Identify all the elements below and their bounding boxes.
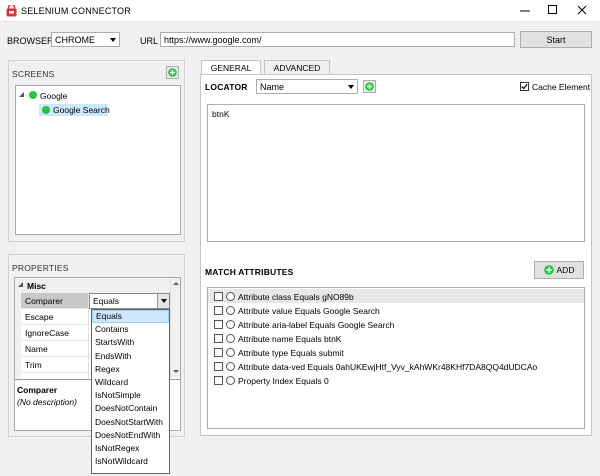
attribute-checkbox[interactable] <box>214 362 223 371</box>
properties-header: PROPERTIES <box>12 263 69 273</box>
collapse-icon[interactable] <box>17 281 24 288</box>
attribute-radio[interactable] <box>226 334 235 343</box>
add-locator-button[interactable] <box>363 80 376 93</box>
locator-value-textarea[interactable]: btnK <box>207 104 585 242</box>
dropdown-option[interactable]: DoesNotContain <box>92 402 169 415</box>
scroll-up-icon[interactable] <box>173 281 179 286</box>
attribute-radio[interactable] <box>226 348 235 357</box>
attribute-checkbox[interactable] <box>214 334 223 343</box>
dropdown-option[interactable]: IsNotRegex <box>92 442 169 455</box>
dropdown-option[interactable]: DoesNotEndWith <box>92 429 169 442</box>
close-icon <box>577 5 587 15</box>
chevron-down-icon <box>161 299 167 303</box>
attribute-radio[interactable] <box>226 306 235 315</box>
locator-type-value: Name <box>260 82 285 92</box>
tree-item-google[interactable]: Google <box>40 91 67 101</box>
attribute-checkbox[interactable] <box>214 376 223 385</box>
screens-header: SCREENS <box>12 69 55 79</box>
window-title: SELENIUM CONNECTOR <box>21 6 131 16</box>
dropdown-option[interactable]: EndsWith <box>92 350 169 363</box>
attribute-radio[interactable] <box>226 292 235 301</box>
maximize-button[interactable] <box>541 2 565 18</box>
dropdown-option[interactable]: Equals <box>92 310 169 324</box>
add-attribute-button[interactable]: ADD <box>534 261 584 279</box>
attribute-row[interactable]: Attribute aria-label Equals Google Searc… <box>214 318 394 331</box>
tab-general[interactable]: GENERAL <box>201 60 261 75</box>
locator-value-text: btnK <box>212 109 230 119</box>
chevron-down-icon <box>348 85 354 89</box>
browser-select-value: CHROME <box>55 35 95 45</box>
attribute-row[interactable]: Attribute class Equals gNO89b <box>214 290 354 303</box>
browser-select[interactable]: CHROME <box>51 32 120 47</box>
add-attribute-label: ADD <box>556 265 575 275</box>
comparer-dropdown-list: Equals Contains StartsWith EndsWith Rege… <box>91 309 170 474</box>
description-title: Comparer <box>17 385 58 395</box>
tree-item-google-search-label: Google Search <box>53 105 110 115</box>
app-logo-icon <box>6 5 17 17</box>
property-grid-scrollbar[interactable] <box>170 278 180 378</box>
url-label: URL <box>140 36 159 46</box>
attribute-radio[interactable] <box>226 376 235 385</box>
locator-type-select[interactable]: Name <box>256 79 358 94</box>
attribute-checkbox[interactable] <box>214 306 223 315</box>
maximize-icon <box>548 5 557 14</box>
attribute-checkbox[interactable] <box>214 292 223 301</box>
status-dot-icon <box>29 91 37 99</box>
locator-label: LOCATOR <box>205 82 248 92</box>
minimize-icon <box>520 10 530 12</box>
attribute-row[interactable]: Property Index Equals 0 <box>214 374 329 387</box>
attribute-row[interactable]: Attribute type Equals submit <box>214 346 344 359</box>
attribute-checkbox[interactable] <box>214 320 223 329</box>
start-button[interactable]: Start <box>520 31 592 48</box>
plus-icon <box>168 68 177 77</box>
url-input-value: https://www.google.com/ <box>164 35 262 45</box>
dropdown-option[interactable]: DoesNotStartWith <box>92 416 169 429</box>
attribute-row[interactable]: Attribute data-ved Equals 0ahUKEwjHtf_Vy… <box>214 360 537 373</box>
comparer-value: Equals <box>93 296 119 306</box>
dropdown-option[interactable]: IsNotWildcard <box>92 455 169 468</box>
attribute-row[interactable]: Attribute value Equals Google Search <box>214 304 380 317</box>
attribute-radio[interactable] <box>226 362 235 371</box>
close-button[interactable] <box>570 2 594 18</box>
scroll-down-icon[interactable] <box>173 369 179 374</box>
cache-element-checkbox[interactable] <box>520 82 529 93</box>
comparer-value-select[interactable]: Equals <box>89 293 170 309</box>
attribute-radio[interactable] <box>226 320 235 329</box>
checkmark-icon <box>520 82 529 91</box>
dropdown-option[interactable]: Wildcard <box>92 376 169 389</box>
status-dot-icon <box>42 106 50 114</box>
add-screen-button[interactable] <box>166 66 179 79</box>
minimize-button[interactable] <box>513 2 537 18</box>
match-attributes-header: MATCH ATTRIBUTES <box>205 267 294 277</box>
browser-label: BROWSER <box>7 36 54 46</box>
dropdown-option[interactable]: IsNotSimple <box>92 389 169 402</box>
plus-icon <box>365 82 374 91</box>
tab-advanced[interactable]: ADVANCED <box>264 60 330 74</box>
chevron-down-icon <box>110 38 116 42</box>
description-text: (No description) <box>17 397 77 407</box>
url-input[interactable]: https://www.google.com/ <box>160 32 515 47</box>
attribute-row[interactable]: Attribute name Equals btnK <box>214 332 341 345</box>
dropdown-option[interactable]: Contains <box>92 323 169 336</box>
dropdown-option[interactable]: Regex <box>92 363 169 376</box>
plus-icon <box>543 265 554 275</box>
dropdown-button[interactable] <box>157 294 169 308</box>
dropdown-option[interactable]: StartsWith <box>92 336 169 349</box>
attribute-checkbox[interactable] <box>214 348 223 357</box>
tree-expand-icon[interactable] <box>18 91 25 98</box>
property-category-label: Misc <box>27 281 46 291</box>
cache-element-label: Cache Element <box>532 82 591 92</box>
